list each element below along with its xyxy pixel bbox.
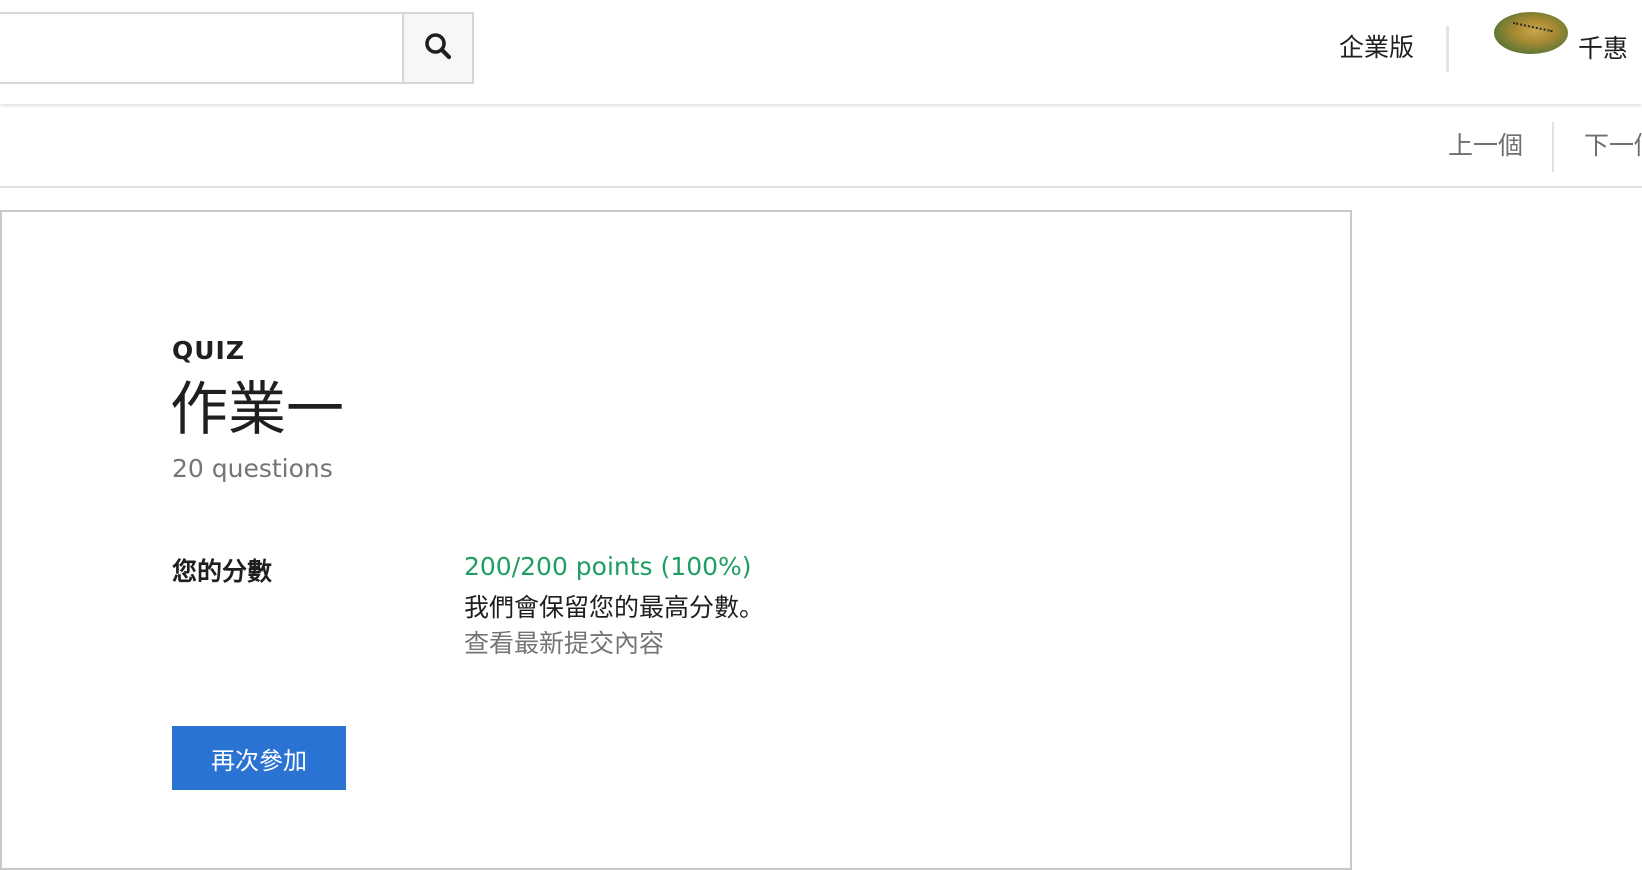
top-header: 企業版 千惠 xyxy=(0,0,1642,104)
score-label: 您的分數 xyxy=(172,557,273,586)
next-item-link[interactable]: 下一個 xyxy=(1584,124,1642,168)
item-navigation-bar: 上一個 下一個 xyxy=(0,104,1642,188)
quiz-type-label: QUIZ xyxy=(172,336,245,365)
quiz-title: 作業一 xyxy=(170,375,345,443)
subnav-divider xyxy=(1552,122,1554,172)
search-button[interactable] xyxy=(402,12,474,84)
search-icon xyxy=(423,31,453,65)
score-note: 我們會保留您的最高分數。 xyxy=(464,593,765,622)
retake-quiz-button[interactable]: 再次參加 xyxy=(172,726,346,790)
enterprise-link[interactable]: 企業版 xyxy=(1339,26,1414,70)
score-value: 200/200 points (100%) xyxy=(464,552,752,581)
quiz-card: QUIZ 作業一 20 questions 您的分數 200/200 point… xyxy=(0,210,1352,870)
question-count: 20 questions xyxy=(172,454,333,483)
search-input[interactable] xyxy=(0,12,404,84)
user-name-menu[interactable]: 千惠 xyxy=(1578,28,1628,70)
header-divider xyxy=(1446,26,1449,72)
previous-item-link[interactable]: 上一個 xyxy=(1448,124,1523,168)
avatar[interactable] xyxy=(1494,12,1568,54)
view-latest-submission-link[interactable]: 查看最新提交內容 xyxy=(464,624,664,660)
